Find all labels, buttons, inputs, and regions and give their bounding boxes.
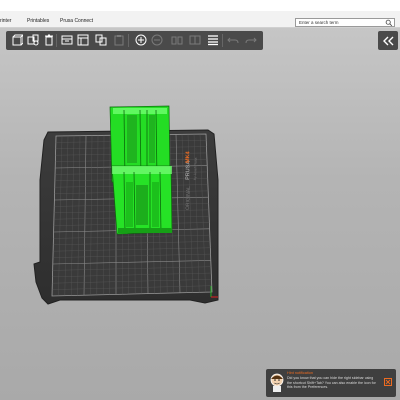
arrange-selection-icon	[77, 34, 89, 46]
redo-button[interactable]	[244, 33, 258, 47]
hint-notification: Hint notification Did you know that you …	[266, 369, 396, 397]
3d-model[interactable]	[109, 105, 173, 235]
bed-brand-line3: MK4	[185, 150, 191, 163]
bed-brand-line1: ORIGINAL	[185, 186, 192, 210]
hint-face-icon	[270, 373, 284, 392]
split-objects-icon	[171, 36, 183, 45]
collapse-sidebar-button[interactable]	[378, 31, 398, 50]
arrange-button[interactable]	[26, 33, 40, 47]
paste-button[interactable]	[112, 33, 126, 47]
undo-button[interactable]	[226, 33, 240, 47]
add-part-icon	[12, 34, 23, 46]
split-parts-icon	[189, 35, 201, 45]
toolbar-separator	[128, 34, 129, 47]
hint-title: Hint notification	[287, 371, 313, 375]
delete-all-button[interactable]	[60, 33, 74, 47]
redo-icon	[245, 37, 257, 44]
close-icon	[385, 379, 391, 385]
copy-button[interactable]	[94, 33, 108, 47]
remove-instance-button[interactable]	[150, 33, 164, 47]
arrange-selection-button[interactable]	[76, 33, 90, 47]
split-objects-button[interactable]	[170, 33, 184, 47]
add-instance-button[interactable]	[134, 33, 148, 47]
add-part-button[interactable]	[10, 33, 24, 47]
hint-body: Did you know that you can hide the right…	[287, 376, 376, 390]
split-parts-button[interactable]	[188, 33, 202, 47]
undo-icon	[227, 37, 239, 44]
variable-layer-height-icon	[208, 35, 218, 46]
remove-instance-icon	[151, 34, 163, 46]
hint-close-button[interactable]	[384, 378, 392, 386]
bed-brand-line4: by Josef Prusa	[193, 157, 198, 180]
variable-layer-height-button[interactable]	[206, 33, 220, 47]
plater-toolbar	[6, 31, 263, 50]
arrange-icon	[27, 34, 39, 46]
copy-icon	[95, 34, 107, 46]
double-chevron-left-icon	[383, 36, 394, 45]
toolbar-separator	[56, 34, 57, 47]
add-instance-icon	[135, 34, 147, 46]
3d-viewport[interactable]: ORIGINAL PRUSA MK4 by Josef Prusa	[0, 0, 400, 400]
paste-icon	[114, 35, 124, 46]
toolbar-separator	[222, 34, 223, 47]
delete-button[interactable]	[42, 33, 56, 47]
delete-icon	[45, 34, 53, 46]
delete-all-icon	[61, 35, 73, 45]
